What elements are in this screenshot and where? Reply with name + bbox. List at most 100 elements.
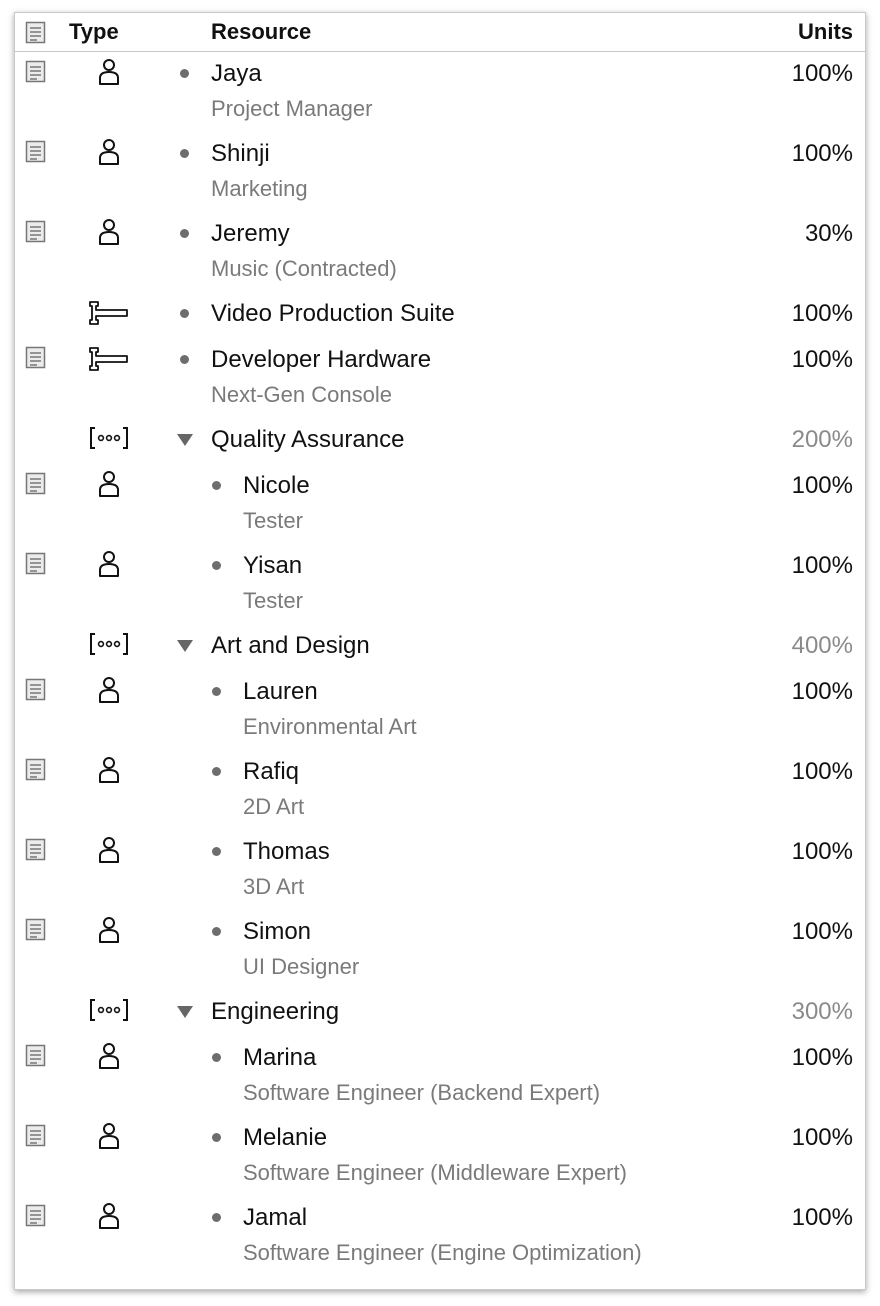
resource-column-header[interactable]: Resource [211,13,311,51]
person-icon [87,58,131,86]
units-value[interactable]: 100% [792,918,853,946]
person-icon [87,1042,131,1070]
resource-name[interactable]: Melanie [243,1124,327,1152]
resource-row[interactable]: Jaya Project Manager 100% [15,58,865,140]
note-icon[interactable] [25,758,47,782]
notes-column-icon[interactable] [25,21,47,50]
note-icon[interactable] [25,472,47,496]
units-value[interactable]: 100% [792,140,853,168]
units-value[interactable]: 100% [792,346,853,374]
resource-row[interactable]: Thomas 3D Art 100% [15,837,865,918]
units-value[interactable]: 100% [792,472,853,500]
resource-name[interactable]: Jaya [211,60,262,88]
group-row[interactable]: Quality Assurance 200% [15,426,865,472]
units-value[interactable]: 30% [805,220,853,248]
bullet-icon [209,1048,225,1064]
bullet-icon [177,144,193,160]
disclosure-triangle-icon[interactable] [177,430,193,446]
units-value[interactable]: 100% [792,1204,853,1232]
note-icon[interactable] [25,1204,47,1228]
resource-subtitle: Project Manager [211,96,373,121]
person-icon [87,756,131,784]
person-icon [87,916,131,944]
resource-subtitle: Software Engineer (Engine Optimization) [243,1240,642,1265]
resource-name[interactable]: Thomas [243,838,330,866]
person-icon [87,470,131,498]
resource-row[interactable]: Jamal Software Engineer (Engine Optimizat… [15,1202,865,1284]
note-icon[interactable] [25,918,47,942]
person-icon [87,676,131,704]
resource-subtitle: Music (Contracted) [211,256,397,281]
group-row[interactable]: Engineering 300% [15,998,865,1044]
bullet-icon [209,922,225,938]
resource-subtitle: 3D Art [243,874,305,899]
equipment-icon [87,298,131,326]
units-value[interactable]: 400% [792,632,853,660]
resource-name[interactable]: Quality Assurance [211,426,404,454]
resource-row[interactable]: Shinji Marketing 100% [15,139,865,220]
note-icon[interactable] [25,678,47,702]
resource-name[interactable]: Jeremy [211,220,290,248]
disclosure-triangle-icon[interactable] [177,1002,193,1018]
person-icon [87,1122,131,1150]
note-icon[interactable] [25,60,47,84]
resource-name[interactable]: Simon [243,918,311,946]
units-value[interactable]: 100% [792,60,853,88]
resource-row[interactable]: Simon UI Designer 100% [15,916,865,998]
resource-name[interactable]: Engineering [211,998,339,1026]
resource-row[interactable]: Melanie Software Engineer (Middleware Exp… [15,1122,865,1204]
units-value[interactable]: 100% [792,758,853,786]
group-icon [87,996,131,1024]
units-value[interactable]: 100% [792,1124,853,1152]
resource-row[interactable]: Marina Software Engineer (Backend Expert)… [15,1042,865,1124]
units-value[interactable]: 100% [792,300,853,328]
resource-row[interactable]: Lauren Environmental Art 100% [15,676,865,758]
resource-row[interactable]: Developer Hardware Next-Gen Console 100% [15,346,865,426]
resource-name[interactable]: Rafiq [243,758,299,786]
resource-subtitle: Environmental Art [243,714,417,739]
resource-row[interactable]: Rafiq 2D Art 100% [15,756,865,838]
note-icon[interactable] [25,552,47,576]
note-icon[interactable] [25,220,47,244]
bullet-icon [177,64,193,80]
units-value[interactable]: 200% [792,426,853,454]
resource-name[interactable]: Jamal [243,1204,307,1232]
units-column-header[interactable]: Units [798,13,853,51]
resource-name[interactable]: Video Production Suite [211,300,455,328]
equipment-icon [87,344,131,372]
resource-subtitle: Software Engineer (Middleware Expert) [243,1160,627,1185]
resource-subtitle: Tester [243,588,303,613]
person-icon [87,1202,131,1230]
units-value[interactable]: 300% [792,998,853,1026]
bullet-icon [209,1128,225,1144]
resource-name[interactable]: Art and Design [211,632,370,660]
note-icon[interactable] [25,1044,47,1068]
type-column-header[interactable]: Type [69,13,119,51]
resource-name[interactable]: Nicole [243,472,310,500]
resource-subtitle: Next-Gen Console [211,382,392,407]
resource-name[interactable]: Developer Hardware [211,346,431,374]
note-icon[interactable] [25,1124,47,1148]
bullet-icon [177,224,193,240]
bullet-icon [209,476,225,492]
bullet-icon [177,304,193,320]
resource-name[interactable]: Lauren [243,678,318,706]
resource-row[interactable]: Jeremy Music (Contracted) 30% [15,219,865,300]
bullet-icon [209,842,225,858]
bullet-icon [209,556,225,572]
note-icon[interactable] [25,140,47,164]
units-value[interactable]: 100% [792,552,853,580]
resource-name[interactable]: Marina [243,1044,316,1072]
resource-name[interactable]: Yisan [243,552,302,580]
disclosure-triangle-icon[interactable] [177,636,193,652]
note-icon[interactable] [25,838,47,862]
resource-row[interactable]: Yisan Tester 100% [15,551,865,632]
resource-row[interactable]: Video Production Suite 100% [15,300,865,346]
units-value[interactable]: 100% [792,678,853,706]
units-value[interactable]: 100% [792,838,853,866]
group-row[interactable]: Art and Design 400% [15,632,865,678]
units-value[interactable]: 100% [792,1044,853,1072]
note-icon[interactable] [25,346,47,370]
resource-name[interactable]: Shinji [211,140,270,168]
resource-row[interactable]: Nicole Tester 100% [15,470,865,552]
